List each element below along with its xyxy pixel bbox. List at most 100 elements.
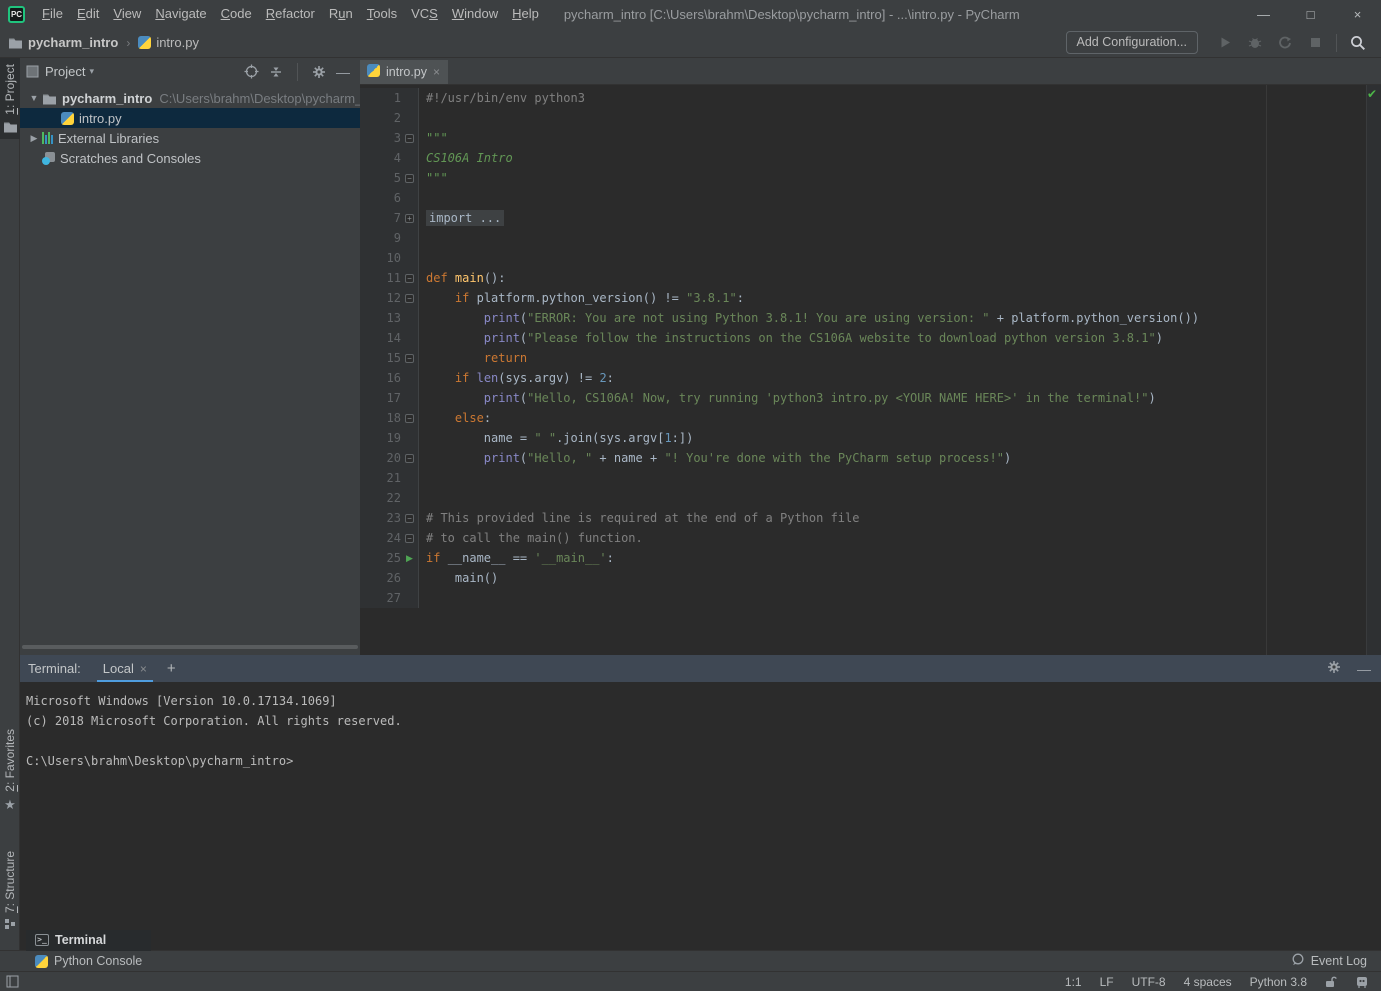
menu-help[interactable]: Help (505, 0, 546, 28)
code-line-3[interactable]: 3−""" (360, 128, 1366, 148)
stripe-button-1-project[interactable]: 1: Project (0, 58, 20, 139)
terminal-settings-gear-icon[interactable] (1327, 660, 1341, 677)
add-configuration-button[interactable]: Add Configuration... (1066, 31, 1199, 54)
code-line-17[interactable]: 17 print("Hello, CS106A! Now, try runnin… (360, 388, 1366, 408)
inspection-ok-icon[interactable]: ✔ (1367, 87, 1377, 101)
terminal-output[interactable]: Microsoft Windows [Version 10.0.17134.10… (20, 682, 1381, 950)
tree-item-external-libraries[interactable]: ▶External Libraries (20, 128, 360, 148)
chevron-down-icon[interactable]: ▾ (89, 66, 94, 77)
coverage-icon[interactable] (1272, 32, 1298, 54)
code-line-7[interactable]: 7+import ... (360, 208, 1366, 228)
fold-end-icon[interactable]: − (405, 354, 414, 363)
terminal-tab-close-icon[interactable]: × (140, 662, 147, 676)
tree-item-intro-py[interactable]: intro.py (20, 108, 360, 128)
code-line-16[interactable]: 16 if len(sys.argv) != 2: (360, 368, 1366, 388)
collapsed-arrow-icon[interactable]: ▶ (26, 133, 42, 144)
terminal-tab-local[interactable]: Local × (97, 655, 153, 682)
code-line-2[interactable]: 2 (360, 108, 1366, 128)
editor-scrollbar[interactable]: ✔ (1366, 85, 1381, 655)
code-editor[interactable]: 1#!/usr/bin/env python323−"""4CS106A Int… (360, 85, 1381, 655)
search-everywhere-icon[interactable] (1345, 32, 1371, 54)
code-line-6[interactable]: 6 (360, 188, 1366, 208)
menu-window[interactable]: Window (445, 0, 505, 28)
toolwindow-toggle-icon[interactable] (6, 975, 19, 988)
code-line-25[interactable]: 25▶if __name__ == '__main__': (360, 548, 1366, 568)
collapse-all-icon[interactable] (269, 65, 283, 79)
code-line-14[interactable]: 14 print("Please follow the instructions… (360, 328, 1366, 348)
tree-item-pycharm_intro[interactable]: ▼pycharm_introC:\Users\brahm\Desktop\pyc… (20, 88, 360, 108)
code-line-11[interactable]: 11−def main(): (360, 268, 1366, 288)
fold-region-icon[interactable]: − (405, 514, 414, 523)
code-line-10[interactable]: 10 (360, 248, 1366, 268)
status-item-utf-8[interactable]: UTF-8 (1132, 975, 1166, 989)
menu-file[interactable]: File (35, 0, 70, 28)
expanded-arrow-icon[interactable]: ▼ (26, 93, 42, 103)
run-line-icon[interactable]: ▶ (406, 553, 413, 564)
breadcrumb-item[interactable]: pycharm_intro (28, 35, 118, 50)
code-line-24[interactable]: 24−# to call the main() function. (360, 528, 1366, 548)
code-line-19[interactable]: 19 name = " ".join(sys.argv[1:]) (360, 428, 1366, 448)
tool-button-terminal[interactable]: >_Terminal (26, 930, 151, 951)
menu-run[interactable]: Run (322, 0, 360, 28)
code-line-22[interactable]: 22 (360, 488, 1366, 508)
code-line-26[interactable]: 26 main() (360, 568, 1366, 588)
menu-code[interactable]: Code (214, 0, 259, 28)
breadcrumb-item[interactable]: intro.py (156, 35, 199, 50)
lock-icon[interactable] (1325, 975, 1337, 988)
project-panel-title[interactable]: Project (45, 64, 85, 79)
status-item-4-spaces[interactable]: 4 spaces (1184, 975, 1232, 989)
fold-expand-icon[interactable]: + (405, 214, 414, 223)
fold-region-icon[interactable]: − (405, 274, 414, 283)
stripe-button-7-structure[interactable]: 7: Structure (0, 845, 20, 936)
code-line-12[interactable]: 12− if platform.python_version() != "3.8… (360, 288, 1366, 308)
line-number: 19 (387, 428, 401, 448)
status-item-lf[interactable]: LF (1100, 975, 1114, 989)
code-line-20[interactable]: 20− print("Hello, " + name + "! You're d… (360, 448, 1366, 468)
menu-view[interactable]: View (106, 0, 148, 28)
code-line-27[interactable]: 27 (360, 588, 1366, 608)
new-terminal-session-icon[interactable]: + (167, 660, 176, 677)
fold-end-icon[interactable]: − (405, 454, 414, 463)
code-line-21[interactable]: 21 (360, 468, 1366, 488)
project-hscrollbar[interactable] (22, 645, 358, 649)
code-line-15[interactable]: 15− return (360, 348, 1366, 368)
code-line-18[interactable]: 18− else: (360, 408, 1366, 428)
terminal-header: Terminal: Local × + — (20, 655, 1381, 682)
status-item-python-3-8[interactable]: Python 3.8 (1250, 975, 1307, 989)
menu-navigate[interactable]: Navigate (148, 0, 213, 28)
fold-region-icon[interactable]: − (405, 294, 414, 303)
menu-refactor[interactable]: Refactor (259, 0, 322, 28)
stripe-button-2-favorites[interactable]: 2: Favorites★ (0, 723, 20, 819)
editor-tab-intro-py[interactable]: intro.py × (360, 60, 448, 84)
code-line-23[interactable]: 23−# This provided line is required at t… (360, 508, 1366, 528)
code-line-9[interactable]: 9 (360, 228, 1366, 248)
tree-item-scratches-and-consoles[interactable]: Scratches and Consoles (20, 148, 360, 168)
fold-end-icon[interactable]: − (405, 534, 414, 543)
run-icon[interactable] (1212, 32, 1238, 54)
terminal-hide-icon[interactable]: — (1357, 661, 1371, 677)
menu-tools[interactable]: Tools (360, 0, 404, 28)
hide-icon[interactable]: — (336, 64, 350, 80)
menu-vcs[interactable]: VCS (404, 0, 445, 28)
code-line-4[interactable]: 4CS106A Intro (360, 148, 1366, 168)
code-line-13[interactable]: 13 print("ERROR: You are not using Pytho… (360, 308, 1366, 328)
debug-icon[interactable] (1242, 32, 1268, 54)
fold-end-icon[interactable]: − (405, 174, 414, 183)
code-line-1[interactable]: 1#!/usr/bin/env python3 (360, 88, 1366, 108)
gear-icon[interactable] (312, 65, 326, 79)
fold-region-icon[interactable]: − (405, 134, 414, 143)
stop-icon[interactable] (1302, 32, 1328, 54)
maximize-button[interactable]: □ (1287, 0, 1334, 28)
menu-edit[interactable]: Edit (70, 0, 106, 28)
tab-close-icon[interactable]: × (433, 65, 440, 79)
fold-region-icon[interactable]: − (405, 414, 414, 423)
hector-icon[interactable] (1355, 975, 1369, 988)
minimize-button[interactable]: — (1240, 0, 1287, 28)
code-line-5[interactable]: 5−""" (360, 168, 1366, 188)
terminal-line (26, 731, 1381, 751)
close-button[interactable]: × (1334, 0, 1381, 28)
locate-icon[interactable] (244, 64, 259, 79)
status-item-1-1[interactable]: 1:1 (1065, 975, 1082, 989)
event-log-button[interactable]: Event Log (1291, 953, 1381, 969)
tool-button-python-console[interactable]: Python Console (26, 951, 151, 972)
